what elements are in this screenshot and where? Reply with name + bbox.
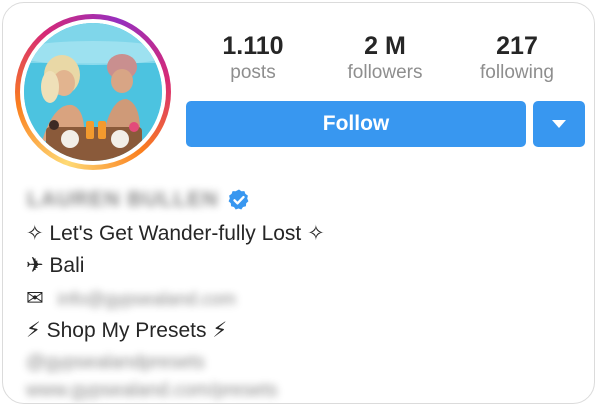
bio-location: ✈ Bali — [26, 254, 85, 277]
following-label: following — [480, 62, 554, 83]
bio-email[interactable]: info@gypsealand.com — [57, 289, 235, 309]
verified-badge-icon — [228, 189, 248, 210]
posts-label: posts — [230, 62, 276, 83]
following-stat[interactable]: 217 following — [452, 31, 582, 85]
avatar-border — [20, 19, 166, 165]
posts-stat[interactable]: 1.110 posts — [188, 31, 318, 85]
story-ring[interactable] — [15, 14, 171, 170]
avatar-photo-image — [24, 23, 162, 161]
profile-name-row: LAUREN BULLEN — [27, 185, 251, 215]
posts-count: 1.110 — [222, 32, 284, 60]
suggestions-dropdown-button[interactable] — [533, 101, 585, 147]
bio-shop-presets: ⚡ Shop My Presets ⚡ — [26, 319, 228, 342]
following-count: 217 — [496, 32, 538, 60]
follow-button[interactable]: Follow — [186, 101, 526, 147]
bio-email-row: ✉ info@gypsealand.com — [26, 285, 236, 313]
bio-website-link[interactable]: www.gypsealand.com/presets — [26, 377, 277, 403]
bio-presets-handle[interactable]: @gypsealandpresets — [26, 349, 205, 377]
followers-count: 2 M — [364, 32, 406, 60]
profile-name: LAUREN BULLEN — [27, 188, 219, 211]
followers-label: followers — [347, 62, 423, 83]
envelope-icon: ✉ — [26, 287, 44, 310]
bio-tagline: ✧ Let's Get Wander-fully Lost ✧ — [26, 222, 325, 245]
chevron-down-icon — [552, 120, 566, 128]
followers-stat[interactable]: 2 M followers — [320, 31, 450, 85]
avatar[interactable] — [24, 23, 162, 161]
profile-header-card: 1.110 posts 2 M followers 217 following … — [2, 2, 595, 404]
